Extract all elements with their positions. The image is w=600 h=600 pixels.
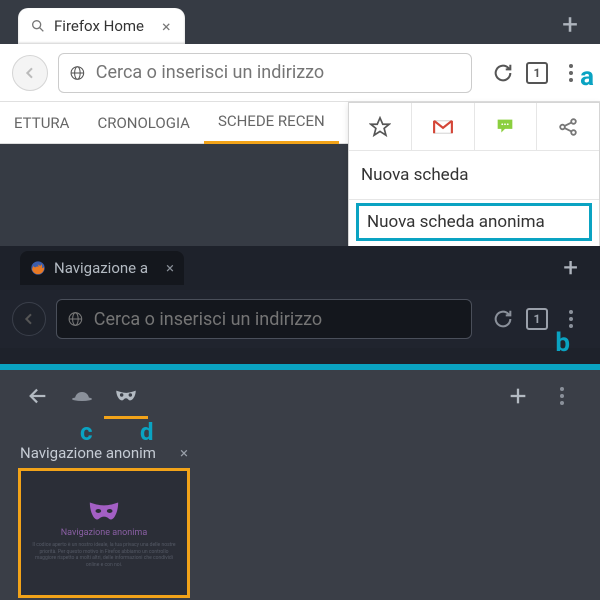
tab-strip: Firefox Home × +: [0, 0, 600, 44]
grid-toolbar: [0, 370, 600, 422]
gmail-icon: [432, 119, 454, 135]
tab-thumbnail[interactable]: Navigazione anonim × Navigazione anonima…: [18, 440, 190, 598]
globe-icon: [67, 310, 84, 328]
thumbnail-header: Navigazione anonim ×: [18, 440, 190, 468]
annotation-d: d: [140, 418, 154, 446]
tab-count-button[interactable]: 1: [520, 308, 554, 330]
home-tab-history[interactable]: CRONOLOGIA: [83, 102, 203, 144]
star-icon: [369, 116, 391, 138]
reload-icon: [492, 62, 514, 84]
menu-item-new-tab[interactable]: Nuova scheda: [349, 151, 599, 200]
browser-tab[interactable]: Navigazione a ×: [20, 251, 184, 285]
tab-count-button[interactable]: 1: [520, 62, 554, 84]
tab-label: Navigazione a: [54, 259, 148, 277]
new-tab-button[interactable]: +: [562, 4, 578, 44]
close-icon[interactable]: ×: [180, 444, 188, 462]
overflow-menu: Nuova scheda Nuova scheda anonima: [348, 102, 600, 249]
mask-icon: [113, 382, 139, 408]
chevron-left-icon: [21, 311, 37, 327]
back-button[interactable]: [12, 55, 48, 91]
browser-tab[interactable]: Firefox Home ×: [18, 8, 185, 44]
new-tab-button[interactable]: +: [563, 253, 578, 283]
annotation-c: c: [80, 418, 93, 446]
globe-icon: [69, 64, 86, 82]
close-icon[interactable]: ×: [162, 17, 171, 36]
url-bar[interactable]: [56, 299, 472, 339]
tab-grid: Navigazione anonim × Navigazione anonima…: [0, 422, 600, 598]
menu-item-new-private-tab[interactable]: Nuova scheda anonima: [359, 206, 589, 238]
share-icon: [557, 116, 579, 138]
firefox-icon: [30, 260, 46, 276]
kebab-icon: [556, 387, 568, 405]
tab-label: Firefox Home: [54, 17, 144, 35]
toolbar: 1: [0, 290, 600, 348]
home-tab-recent[interactable]: SCHEDE RECEN: [204, 102, 339, 144]
url-bar[interactable]: [58, 53, 472, 93]
bookmark-button[interactable]: [349, 103, 412, 151]
kebab-icon: [565, 64, 577, 82]
home-tab-reading[interactable]: ETTURA: [0, 102, 83, 144]
back-button[interactable]: [16, 385, 60, 407]
menu-icon-row: [349, 103, 599, 151]
back-button[interactable]: [12, 302, 46, 336]
tab-strip: Navigazione a × +: [0, 246, 600, 290]
url-input[interactable]: [94, 309, 461, 330]
annotation-a: a: [580, 62, 594, 92]
thumbnail-caption: Navigazione anonima: [61, 528, 147, 538]
tab-count: 1: [526, 308, 548, 330]
close-icon[interactable]: ×: [166, 259, 174, 277]
thumbnail-title: Navigazione anonim: [20, 444, 156, 462]
share-button[interactable]: [537, 103, 599, 151]
sms-button[interactable]: [475, 103, 538, 151]
thumbnail-body-text: Il codice aperto è un nostro ideale, la …: [21, 542, 187, 568]
menu-button[interactable]: [554, 310, 588, 328]
kebab-icon: [565, 310, 577, 328]
chevron-left-icon: [22, 65, 38, 81]
mask-icon: [87, 498, 121, 524]
plus-icon: [507, 385, 529, 407]
reload-button[interactable]: [486, 62, 520, 84]
reload-icon: [492, 308, 514, 330]
thumbnail-preview: Navigazione anonima Il codice aperto è u…: [18, 468, 190, 598]
url-input[interactable]: [96, 62, 461, 83]
reload-button[interactable]: [486, 308, 520, 330]
hat-icon: [70, 384, 94, 408]
private-tabs-button[interactable]: [104, 382, 148, 419]
arrow-left-icon: [27, 385, 49, 407]
new-tab-button[interactable]: [496, 385, 540, 407]
menu-button[interactable]: [540, 387, 584, 405]
gmail-button[interactable]: [412, 103, 475, 151]
normal-tabs-button[interactable]: [60, 384, 104, 408]
toolbar: 1: [0, 44, 600, 102]
tab-count: 1: [526, 62, 548, 84]
annotation-b: b: [555, 328, 570, 358]
magnifier-icon: [30, 18, 46, 34]
speech-bubble-icon: [494, 116, 516, 138]
